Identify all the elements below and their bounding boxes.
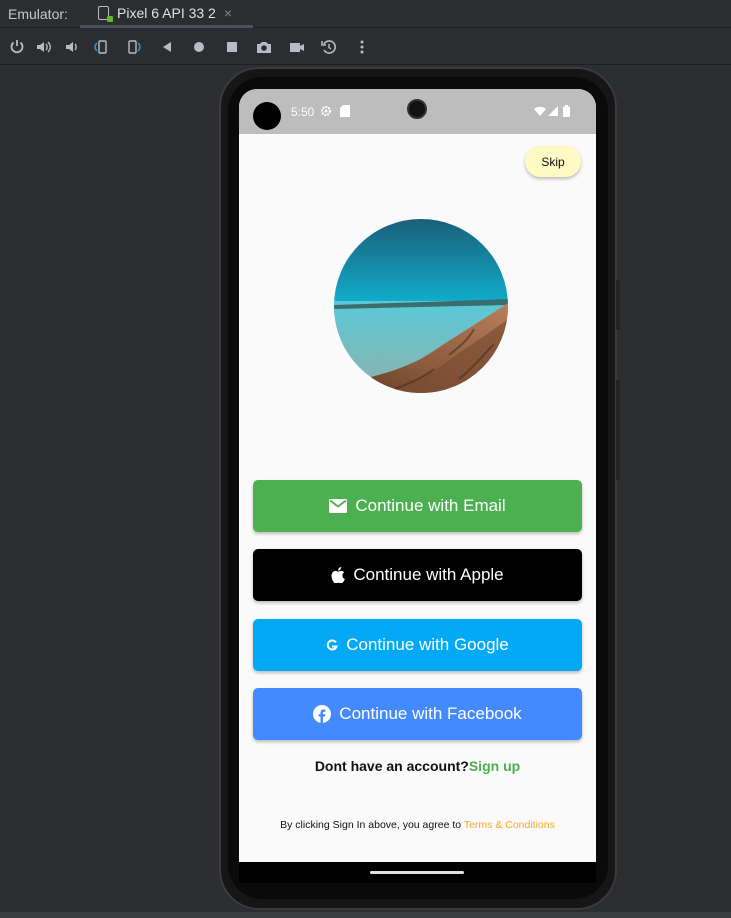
status-time: 5:50 <box>291 105 315 119</box>
signup-link[interactable]: Sign up <box>469 758 520 774</box>
terms-link[interactable]: Terms & Conditions <box>464 819 555 831</box>
facebook-icon <box>313 705 332 723</box>
ide-bottom-strip <box>0 912 731 918</box>
terms-prefix: By clicking Sign In above, you agree to <box>280 819 464 831</box>
continue-facebook-button[interactable]: Continue with Facebook <box>253 688 582 740</box>
phone-volume-button[interactable] <box>616 380 620 480</box>
continue-email-label: Continue with Email <box>355 496 506 515</box>
battery-icon <box>563 105 570 117</box>
device-tab-label: Pixel 6 API 33 2 <box>117 4 216 21</box>
status-bar: 5:50 <box>239 89 596 134</box>
ide-tab-bar: Emulator: Pixel 6 API 33 2 × <box>0 0 731 28</box>
front-camera <box>407 99 427 119</box>
terms-row: By clicking Sign In above, you agree to … <box>239 819 596 831</box>
home-icon[interactable] <box>189 37 209 57</box>
signal-icon <box>548 106 558 116</box>
gesture-handle[interactable] <box>370 871 464 874</box>
wifi-icon <box>534 106 546 116</box>
record-icon[interactable] <box>287 37 307 57</box>
mail-icon <box>329 499 348 513</box>
volume-up-icon[interactable] <box>34 37 54 57</box>
sd-card-icon <box>340 105 350 117</box>
continue-facebook-label: Continue with Facebook <box>339 704 522 723</box>
continue-google-button[interactable]: Continue with Google <box>253 619 582 671</box>
overview-icon[interactable] <box>222 37 242 57</box>
device-phone-icon <box>98 5 113 22</box>
google-icon <box>326 639 339 651</box>
continue-email-button[interactable]: Continue with Email <box>253 480 582 532</box>
phone-power-button[interactable] <box>616 280 620 330</box>
device-tab[interactable]: Pixel 6 API 33 2 × <box>80 0 253 28</box>
emulator-label: Emulator: <box>8 5 68 22</box>
tab-close-icon[interactable]: × <box>224 5 232 21</box>
continue-apple-button[interactable]: Continue with Apple <box>253 549 582 601</box>
beach-image <box>334 219 508 393</box>
rotate-right-icon[interactable] <box>124 37 144 57</box>
camera-cutout <box>253 102 281 130</box>
screenshot-icon[interactable] <box>254 37 274 57</box>
skip-button[interactable]: Skip <box>525 146 581 177</box>
rotate-left-icon[interactable] <box>91 37 111 57</box>
power-icon[interactable] <box>7 37 27 57</box>
more-icon[interactable] <box>352 37 372 57</box>
apple-icon <box>331 567 346 583</box>
emulator-toolbar <box>0 29 731 65</box>
signup-row: Dont have an account?Sign up <box>239 758 596 774</box>
navigation-bar <box>239 862 596 883</box>
snapshot-icon[interactable] <box>319 37 339 57</box>
back-icon[interactable] <box>157 37 177 57</box>
continue-google-label: Continue with Google <box>346 635 509 654</box>
signup-prompt: Dont have an account? <box>314 758 469 774</box>
volume-down-icon[interactable] <box>62 37 82 57</box>
gear-icon <box>321 106 331 116</box>
phone-screen: 5:50 Skip Continue with Email Continue w… <box>239 89 596 883</box>
continue-apple-label: Continue with Apple <box>353 565 504 584</box>
